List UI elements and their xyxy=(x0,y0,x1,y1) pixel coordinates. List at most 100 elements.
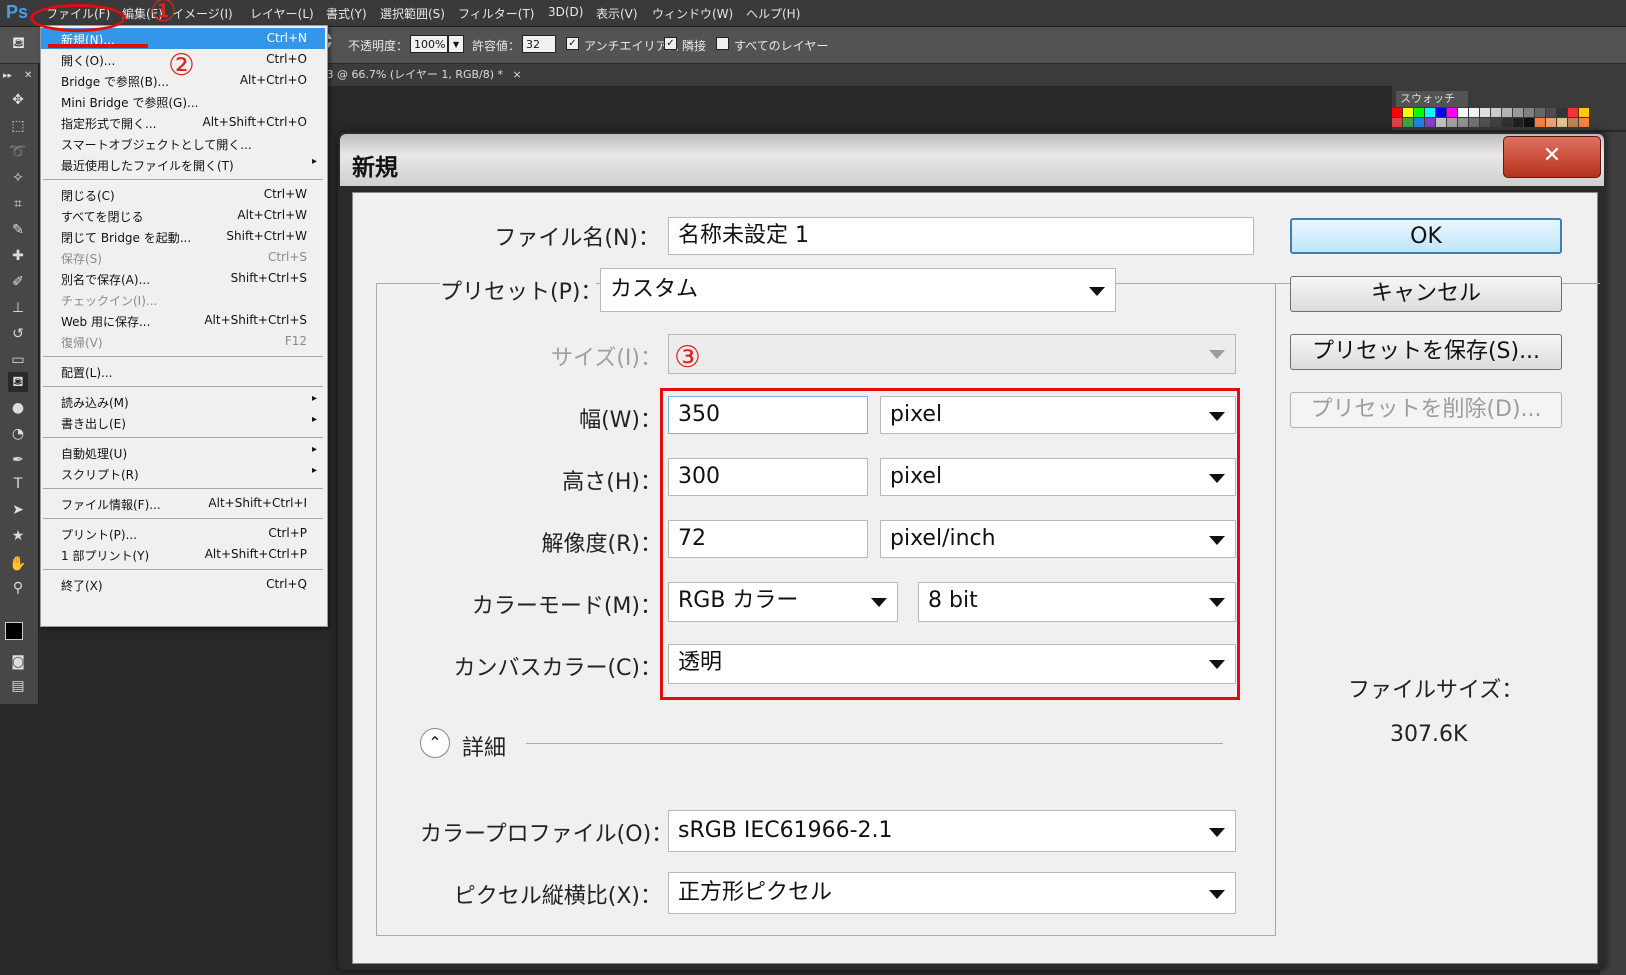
document-tab[interactable]: E 3 @ 66.7% (レイヤー 1, RGB/8) * × xyxy=(316,64,522,86)
file-name-input[interactable]: 名称未設定 1 xyxy=(668,217,1254,255)
color-profile-label: カラープロファイル(O)： xyxy=(420,822,674,847)
menu-view[interactable]: 表示(V) xyxy=(596,5,638,22)
path-selection-tool-icon[interactable]: ➤ xyxy=(8,500,28,520)
save-preset-button[interactable]: プリセットを保存(S)... xyxy=(1290,334,1562,370)
file-menu-item[interactable]: 読み込み(M) ▸ xyxy=(41,391,325,412)
menu-3d[interactable]: 3D(D) xyxy=(548,5,583,19)
color-profile-value: sRGB IEC61966-2.1 xyxy=(678,818,893,843)
history-brush-tool-icon[interactable]: ↺ xyxy=(8,324,28,344)
menu-window[interactable]: ウィンドウ(W) xyxy=(652,5,733,22)
file-menu-item[interactable]: Mini Bridge で参照(G)... xyxy=(41,91,325,112)
dodge-tool-icon[interactable]: ◔ xyxy=(8,424,28,444)
pixel-aspect-label: ピクセル縦横比(X)： xyxy=(453,884,662,909)
menu-layer[interactable]: レイヤー(L) xyxy=(250,5,314,22)
file-name-label: ファイル名(N)： xyxy=(494,226,660,251)
cancel-button[interactable]: キャンセル xyxy=(1290,276,1562,312)
magic-wand-tool-icon[interactable]: ✧ xyxy=(8,168,28,188)
file-menu: 新規(N)... Ctrl+N 開く(O)... Ctrl+O Bridge で参照(B… xyxy=(40,25,328,627)
file-menu-item[interactable]: 指定形式で開く... Alt+Shift+Ctrl+O xyxy=(41,112,325,133)
hand-tool-icon[interactable]: ✋ xyxy=(8,554,28,574)
stamp-tool-icon[interactable]: ⊥ xyxy=(8,298,28,318)
file-menu-item[interactable]: プリント(P)... Ctrl+P xyxy=(41,523,325,544)
eraser-tool-icon[interactable]: ▭ xyxy=(8,350,28,370)
menu-image[interactable]: イメージ(I) xyxy=(172,5,233,22)
paint-bucket-tool-icon[interactable]: ⛾ xyxy=(8,372,28,392)
menu-select[interactable]: 選択範囲(S) xyxy=(380,5,445,22)
screen-mode-icon[interactable]: ▤ xyxy=(8,676,28,696)
file-menu-item[interactable]: 別名で保存(A)... Shift+Ctrl+S xyxy=(41,268,325,289)
blur-tool-icon[interactable]: ● xyxy=(8,398,28,418)
file-menu-item[interactable]: 配置(L)... xyxy=(41,361,325,382)
file-menu-item[interactable]: 閉じて Bridge を起動... Shift+Ctrl+W xyxy=(41,226,325,247)
antialias-checkbox[interactable]: ✓ xyxy=(566,37,579,50)
foreground-color-swatch[interactable] xyxy=(5,622,23,640)
all-layers-label: すべてのレイヤー xyxy=(734,39,829,53)
toolbox-close-icon[interactable]: ✕ xyxy=(24,66,32,86)
swatch-tab[interactable]: スウォッチ xyxy=(1396,91,1468,107)
lasso-tool-icon[interactable]: ➰ xyxy=(8,142,28,162)
pen-tool-icon[interactable]: ✒ xyxy=(8,450,28,470)
file-menu-item[interactable]: 終了(X) Ctrl+Q xyxy=(41,574,325,595)
file-menu-item[interactable]: 復帰(V) F12 xyxy=(41,331,325,352)
file-menu-item[interactable]: スクリプト(R) ▸ xyxy=(41,463,325,484)
file-menu-item[interactable]: 閉じる(C) Ctrl+W xyxy=(41,184,325,205)
file-menu-item-label: Mini Bridge で参照(G)... xyxy=(61,96,199,110)
opacity-input[interactable]: 100% xyxy=(410,35,448,53)
swatch-cell xyxy=(1469,108,1479,117)
file-menu-item[interactable]: すべてを閉じる Alt+Ctrl+W xyxy=(41,205,325,226)
toolbox-collapse-icon[interactable]: ▸▸ xyxy=(3,66,12,86)
eyedropper-tool-icon[interactable]: ✎ xyxy=(8,220,28,240)
file-menu-item-label: Web 用に保存... xyxy=(61,315,151,329)
zoom-tool-icon[interactable]: ⚲ xyxy=(8,578,28,598)
file-menu-item[interactable]: 保存(S) Ctrl+S xyxy=(41,247,325,268)
file-menu-item[interactable]: Web 用に保存... Alt+Shift+Ctrl+S xyxy=(41,310,325,331)
tolerance-input[interactable]: 32 xyxy=(522,35,556,53)
crop-tool-icon[interactable]: ⌗ xyxy=(8,194,28,214)
file-menu-item-label: すべてを閉じる xyxy=(61,210,144,224)
color-profile-select[interactable]: sRGB IEC61966-2.1 xyxy=(668,810,1236,852)
annotation-step-2: ② xyxy=(168,48,195,83)
swatch-cell xyxy=(1436,108,1446,117)
detail-label: 詳細 xyxy=(462,736,507,761)
file-menu-item[interactable]: スマートオブジェクトとして開く... xyxy=(41,133,325,154)
file-menu-item[interactable]: 最近使用したファイルを開く(T) ▸ xyxy=(41,154,325,175)
swatch-cell xyxy=(1447,118,1457,127)
menu-help[interactable]: ヘルプ(H) xyxy=(746,5,800,22)
detail-collapse-icon[interactable]: ⌃ xyxy=(420,728,450,758)
delete-preset-button[interactable]: プリセットを削除(D)... xyxy=(1290,392,1562,428)
file-menu-item[interactable]: 自動処理(U) ▸ xyxy=(41,442,325,463)
menu-type[interactable]: 書式(Y) xyxy=(326,5,367,22)
file-menu-item-shortcut: Ctrl+W xyxy=(263,187,307,201)
file-menu-item[interactable]: 書き出し(E) ▸ xyxy=(41,412,325,433)
move-tool-icon[interactable]: ✥ xyxy=(8,90,28,110)
file-menu-item-label: 最近使用したファイルを開く(T) xyxy=(61,159,234,173)
file-menu-item-label: 自動処理(U) xyxy=(61,447,128,461)
all-layers-checkbox[interactable] xyxy=(716,37,729,50)
pixel-aspect-select[interactable]: 正方形ピクセル xyxy=(668,872,1236,914)
file-menu-item[interactable]: ファイル情報(F)... Alt+Shift+Ctrl+I xyxy=(41,493,325,514)
detail-divider xyxy=(526,743,1223,744)
shape-tool-icon[interactable]: ★ xyxy=(8,526,28,546)
swatch-grid[interactable] xyxy=(1392,108,1602,128)
opacity-dropdown-icon[interactable]: ▼ xyxy=(448,35,464,53)
file-menu-item[interactable]: チェックイン(I)... xyxy=(41,289,325,310)
paint-bucket-icon[interactable]: ⛾ xyxy=(12,33,25,54)
marquee-tool-icon[interactable]: ⬚ xyxy=(8,116,28,136)
document-tab-close-icon[interactable]: × xyxy=(513,68,522,81)
type-tool-icon[interactable]: T xyxy=(8,474,28,494)
menu-filter[interactable]: フィルター(T) xyxy=(458,5,534,22)
brush-tool-icon[interactable]: ✐ xyxy=(8,272,28,292)
swatch-cell xyxy=(1458,118,1468,127)
dialog-close-icon[interactable]: ✕ xyxy=(1503,136,1601,178)
contiguous-checkbox[interactable]: ✓ xyxy=(664,37,677,50)
size-select[interactable] xyxy=(668,334,1236,374)
swatch-cell xyxy=(1513,118,1523,127)
swatch-cell xyxy=(1491,108,1501,117)
healing-brush-tool-icon[interactable]: ✚ xyxy=(8,246,28,266)
quick-mask-icon[interactable]: ◙ xyxy=(8,652,28,672)
preset-select[interactable]: カスタム xyxy=(600,268,1116,312)
menu-separator xyxy=(43,356,323,357)
ok-button[interactable]: OK xyxy=(1290,218,1562,254)
file-menu-item[interactable]: 1 部プリント(Y) Alt+Shift+Ctrl+P xyxy=(41,544,325,565)
width-label: 幅(W)： xyxy=(579,408,662,433)
